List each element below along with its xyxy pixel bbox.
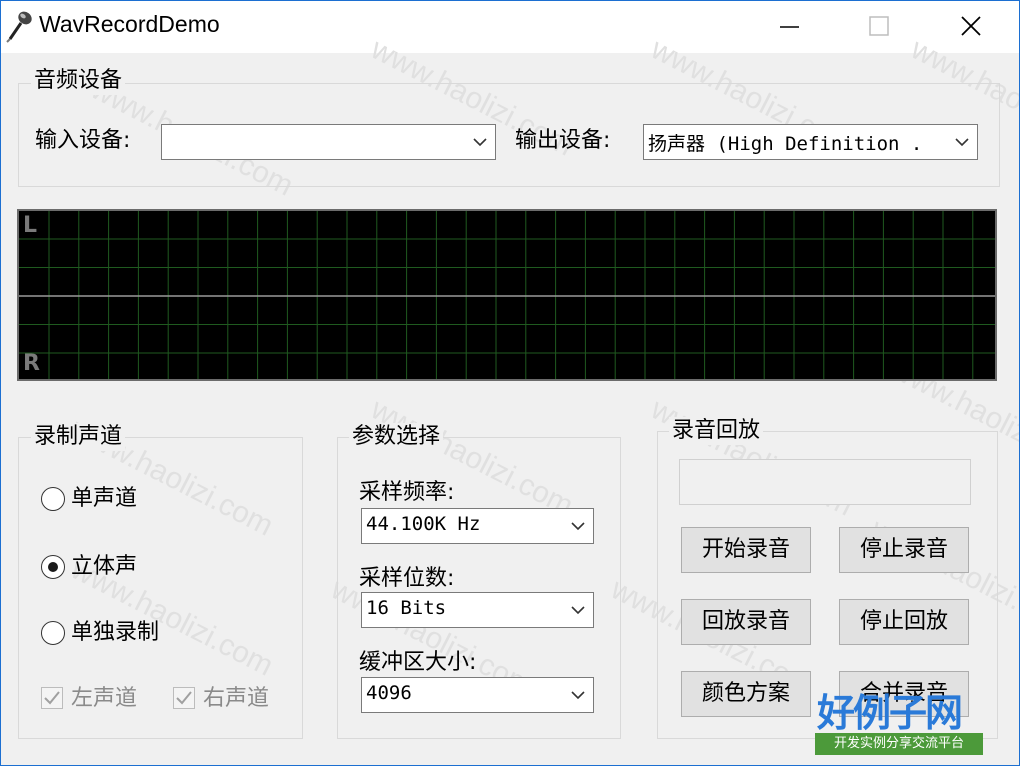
- stereo-label[interactable]: 立体声: [71, 553, 137, 581]
- maximize-icon: [869, 16, 889, 36]
- close-button[interactable]: [927, 1, 1019, 53]
- stop-record-button[interactable]: 停止录音: [839, 527, 969, 573]
- output-device-label: 输出设备:: [515, 128, 611, 153]
- watermark-logo-subtitle: 开发实例分享交流平台: [815, 733, 983, 755]
- separate-record-radio[interactable]: [41, 621, 65, 645]
- chevron-down-icon: [571, 606, 585, 615]
- left-channel-label: L: [23, 213, 38, 238]
- minimize-button[interactable]: [743, 1, 835, 53]
- window-title: WavRecordDemo: [39, 11, 220, 37]
- audio-device-group-title: 音频设备: [31, 67, 126, 95]
- buffer-size-select[interactable]: 4096: [361, 677, 594, 713]
- separate-record-label[interactable]: 单独录制: [71, 619, 159, 647]
- sample-rate-value: 44.100K Hz: [366, 513, 481, 535]
- playback-group-title: 录音回放: [669, 417, 764, 445]
- microphone-icon: [6, 11, 32, 43]
- waveform-display: L R: [17, 209, 997, 381]
- sample-bits-select[interactable]: 16 Bits: [361, 592, 594, 628]
- sample-rate-select[interactable]: 44.100K Hz: [361, 508, 594, 544]
- output-device-value: 扬声器 (High Definition .: [648, 133, 923, 155]
- record-channel-group-title: 录制声道: [31, 423, 126, 451]
- right-channel-checkbox-label: 右声道: [203, 686, 270, 711]
- chevron-down-icon: [955, 138, 969, 147]
- chevron-down-icon: [571, 691, 585, 700]
- buffer-size-label: 缓冲区大小:: [359, 650, 477, 675]
- playback-status-field: [679, 459, 971, 505]
- title-bar[interactable]: WavRecordDemo: [1, 1, 1019, 53]
- left-channel-checkbox[interactable]: [41, 687, 63, 709]
- checkmark-icon: [176, 691, 192, 705]
- sample-bits-label: 采样位数:: [359, 566, 455, 591]
- checkmark-icon: [44, 691, 60, 705]
- start-record-button[interactable]: 开始录音: [681, 527, 811, 573]
- sample-bits-value: 16 Bits: [366, 597, 447, 619]
- stop-play-button[interactable]: 停止回放: [839, 599, 969, 645]
- sample-rate-label: 采样频率:: [359, 480, 455, 505]
- left-channel-checkbox-label: 左声道: [71, 686, 138, 711]
- output-device-select[interactable]: 扬声器 (High Definition .: [643, 124, 978, 160]
- chevron-down-icon: [473, 138, 487, 147]
- right-channel-label: R: [23, 351, 40, 376]
- waveform-grid: [19, 211, 995, 379]
- chevron-down-icon: [571, 522, 585, 531]
- mono-label[interactable]: 单声道: [71, 485, 137, 513]
- play-record-button[interactable]: 回放录音: [681, 599, 811, 645]
- minimize-icon: [780, 26, 799, 28]
- input-device-select[interactable]: [161, 124, 496, 160]
- mono-radio[interactable]: [41, 487, 65, 511]
- right-channel-checkbox[interactable]: [173, 687, 195, 709]
- app-window: WavRecordDemo www.haolizi.com www.haoliz…: [0, 0, 1020, 766]
- maximize-button[interactable]: [835, 1, 927, 53]
- watermark-logo-title: 好例子网: [817, 691, 963, 735]
- stereo-radio[interactable]: [41, 555, 65, 579]
- haolizi-watermark-logo: 好例子网 开发实例分享交流平台: [815, 691, 985, 761]
- buffer-size-value: 4096: [366, 682, 412, 704]
- color-scheme-button[interactable]: 颜色方案: [681, 671, 811, 717]
- parameter-group-title: 参数选择: [349, 423, 444, 451]
- input-device-label: 输入设备:: [35, 128, 131, 153]
- close-icon: [961, 16, 981, 36]
